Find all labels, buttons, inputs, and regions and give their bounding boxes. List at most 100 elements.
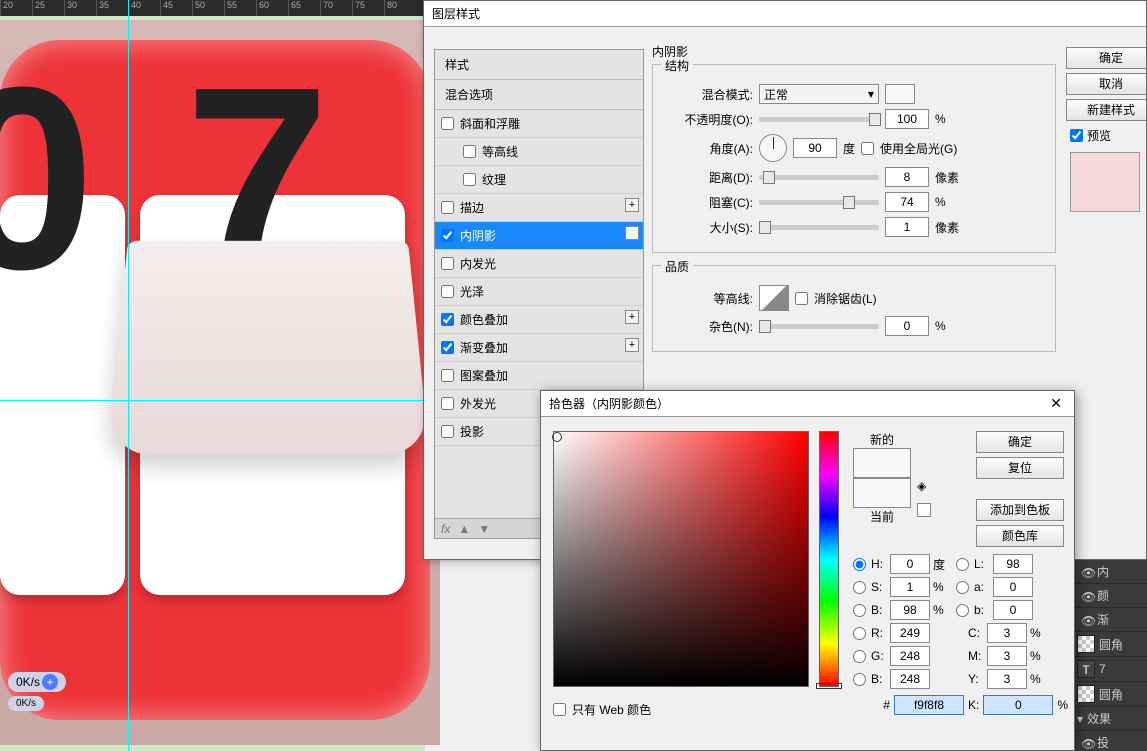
guide-vertical[interactable] — [128, 0, 129, 751]
style-checkbox[interactable] — [441, 313, 454, 326]
a-radio[interactable] — [956, 581, 969, 594]
size-input[interactable] — [885, 217, 929, 237]
style-item-内阴影[interactable]: 内阴影+ — [435, 222, 643, 250]
style-checkbox[interactable] — [441, 425, 454, 438]
new-style-button[interactable]: 新建样式 — [1066, 99, 1146, 121]
visibility-icon[interactable]: 👁 — [1081, 614, 1093, 626]
canvas-area[interactable]: 20253035404550556065707580 0 7 0K/s+ 0K/… — [0, 0, 425, 751]
style-checkbox[interactable] — [441, 397, 454, 410]
hue-bar[interactable] — [819, 431, 839, 687]
g-input[interactable] — [890, 646, 930, 666]
y-input[interactable] — [987, 669, 1027, 689]
labb-input[interactable] — [993, 600, 1033, 620]
add-swatch-button[interactable]: 添加到色板 — [976, 499, 1064, 521]
sv-field[interactable] — [553, 431, 809, 687]
visibility-icon[interactable]: 👁 — [1081, 566, 1093, 578]
bl-input[interactable] — [890, 669, 930, 689]
g-radio[interactable] — [853, 650, 866, 663]
style-item-图案叠加[interactable]: 图案叠加 — [435, 362, 643, 390]
small-swatch[interactable] — [917, 503, 931, 517]
antialias-checkbox[interactable] — [795, 292, 808, 305]
h-input[interactable] — [890, 554, 930, 574]
l-radio[interactable] — [956, 558, 969, 571]
preview-toggle[interactable]: 预览 — [1070, 127, 1142, 144]
opacity-slider[interactable] — [759, 117, 879, 122]
chevron-down-icon[interactable]: ▾ — [1077, 712, 1083, 726]
style-item-纹理[interactable]: 纹理 — [435, 166, 643, 194]
c-input[interactable] — [987, 623, 1027, 643]
picker-titlebar[interactable]: 拾色器（内阴影颜色） ✕ — [541, 391, 1074, 417]
b-radio[interactable] — [853, 604, 866, 617]
arrow-down-icon[interactable]: ▼ — [478, 522, 490, 536]
labb-radio[interactable] — [956, 604, 969, 617]
blend-mode-select[interactable]: 正常▾ — [759, 84, 879, 104]
noise-input[interactable] — [885, 316, 929, 336]
guide-horizontal[interactable] — [0, 400, 425, 401]
shadow-color-swatch[interactable] — [885, 84, 915, 104]
add-effect-icon[interactable]: + — [625, 198, 639, 212]
contour-swatch[interactable] — [759, 285, 789, 311]
l-input[interactable] — [993, 554, 1033, 574]
style-item-等高线[interactable]: 等高线 — [435, 138, 643, 166]
k-input[interactable] — [983, 695, 1053, 715]
global-light-checkbox[interactable] — [861, 142, 874, 155]
style-checkbox[interactable] — [441, 229, 454, 242]
styles-header[interactable]: 样式 — [435, 50, 643, 80]
fx-label[interactable]: fx — [441, 522, 450, 536]
dialog-title[interactable]: 图层样式 — [424, 1, 1146, 27]
preview-checkbox[interactable] — [1070, 129, 1083, 142]
hex-input[interactable] — [894, 695, 964, 715]
style-checkbox[interactable] — [441, 117, 454, 130]
style-checkbox[interactable] — [441, 341, 454, 354]
add-effect-icon[interactable]: + — [625, 226, 639, 240]
picker-ok-button[interactable]: 确定 — [976, 431, 1064, 453]
s-input[interactable] — [890, 577, 930, 597]
close-icon[interactable]: ✕ — [1046, 395, 1066, 412]
style-item-内发光[interactable]: 内发光 — [435, 250, 643, 278]
style-checkbox[interactable] — [441, 201, 454, 214]
blend-options[interactable]: 混合选项 — [435, 80, 643, 110]
angle-dial[interactable] — [759, 134, 787, 162]
size-slider[interactable] — [759, 225, 879, 230]
style-item-渐变叠加[interactable]: 渐变叠加+ — [435, 334, 643, 362]
distance-slider[interactable] — [759, 175, 879, 180]
sv-cursor[interactable] — [552, 432, 562, 442]
plus-icon[interactable]: + — [42, 674, 58, 690]
style-checkbox[interactable] — [463, 145, 476, 158]
visibility-icon[interactable]: 👁 — [1081, 590, 1093, 602]
style-checkbox[interactable] — [441, 285, 454, 298]
style-item-斜面和浮雕[interactable]: 斜面和浮雕 — [435, 110, 643, 138]
choke-input[interactable] — [885, 192, 929, 212]
noise-slider[interactable] — [759, 324, 879, 329]
a-input[interactable] — [993, 577, 1033, 597]
ok-button[interactable]: 确定 — [1066, 47, 1146, 69]
color-lib-button[interactable]: 颜色库 — [976, 525, 1064, 547]
add-effect-icon[interactable]: + — [625, 338, 639, 352]
angle-input[interactable] — [793, 138, 837, 158]
style-checkbox[interactable] — [441, 257, 454, 270]
choke-slider[interactable] — [759, 200, 879, 205]
style-item-颜色叠加[interactable]: 颜色叠加+ — [435, 306, 643, 334]
picker-reset-button[interactable]: 复位 — [976, 457, 1064, 479]
h-radio[interactable] — [853, 558, 866, 571]
cancel-button[interactable]: 取消 — [1066, 73, 1146, 95]
color-cube-icon[interactable]: ◈ — [917, 479, 931, 493]
opacity-input[interactable] — [885, 109, 929, 129]
r-input[interactable] — [890, 623, 930, 643]
style-checkbox[interactable] — [463, 173, 476, 186]
m-input[interactable] — [987, 646, 1027, 666]
style-item-光泽[interactable]: 光泽 — [435, 278, 643, 306]
current-color-swatch[interactable] — [853, 478, 911, 508]
new-color-swatch[interactable] — [853, 448, 911, 478]
hue-thumb[interactable] — [816, 683, 842, 689]
style-item-描边[interactable]: 描边+ — [435, 194, 643, 222]
web-only-checkbox[interactable] — [553, 703, 566, 716]
bl-radio[interactable] — [853, 673, 866, 686]
arrow-up-icon[interactable]: ▲ — [458, 522, 470, 536]
visibility-icon[interactable]: 👁 — [1081, 737, 1093, 749]
bv-input[interactable] — [890, 600, 930, 620]
r-radio[interactable] — [853, 627, 866, 640]
distance-input[interactable] — [885, 167, 929, 187]
style-checkbox[interactable] — [441, 369, 454, 382]
s-radio[interactable] — [853, 581, 866, 594]
